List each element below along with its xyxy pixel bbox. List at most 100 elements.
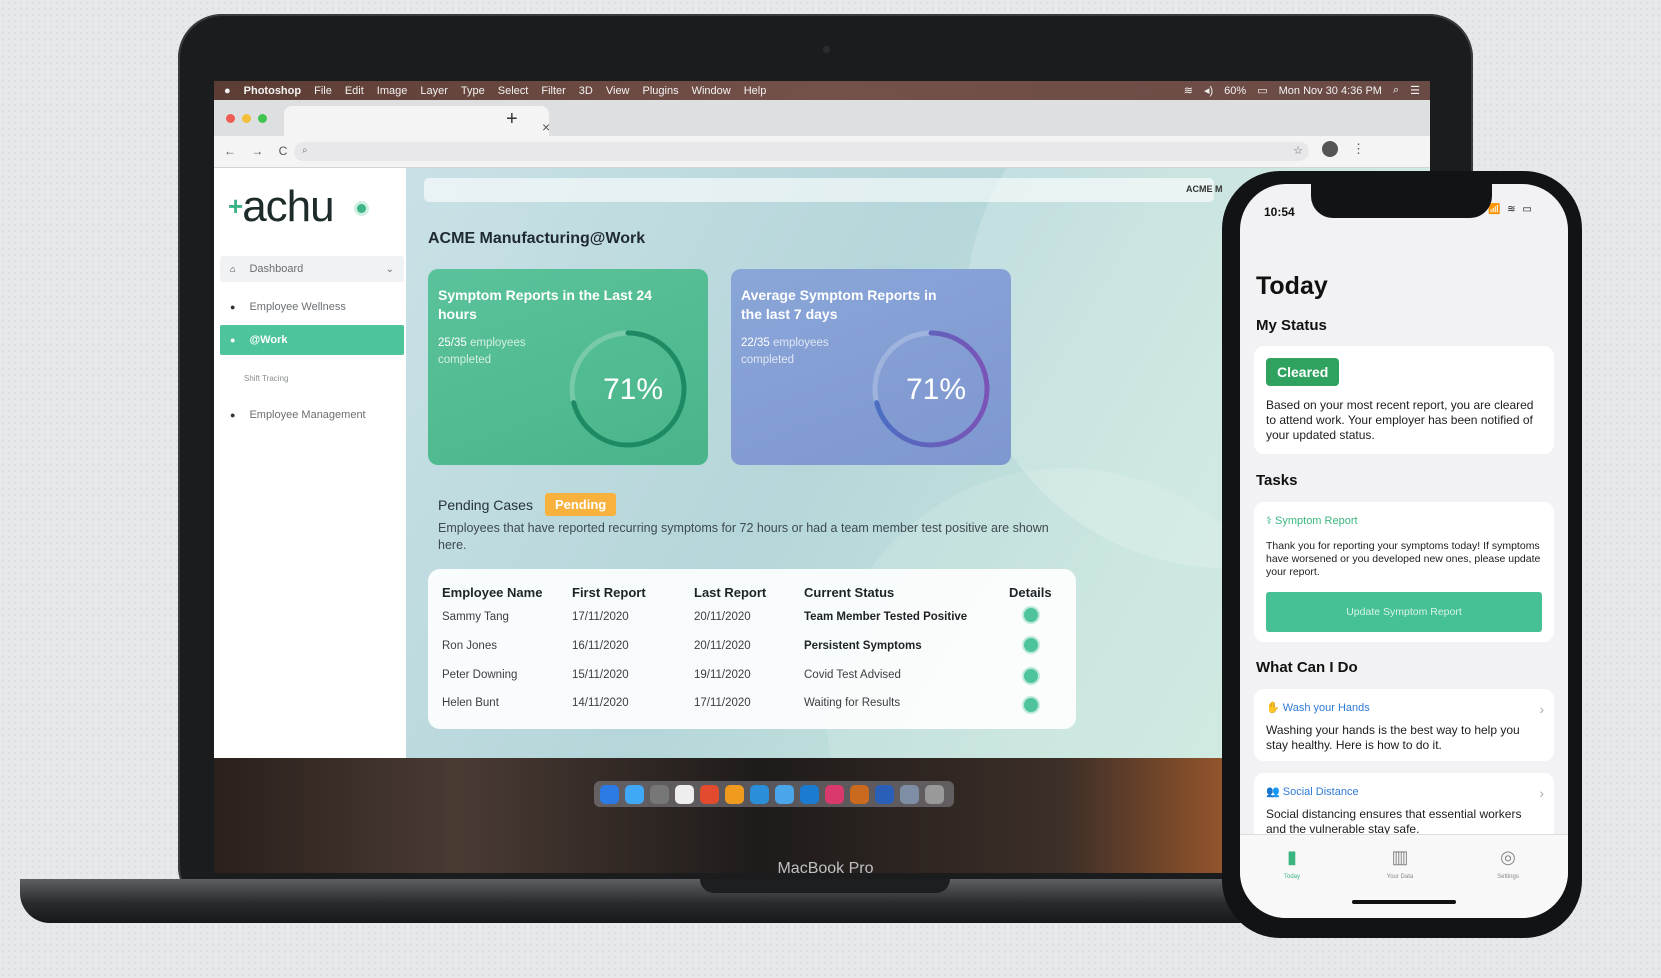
- firefox-icon[interactable]: [725, 784, 744, 804]
- browser-toolbar: ← → C ⌕ ☆ ⋮: [214, 136, 1430, 168]
- status-dot-icon: [357, 204, 366, 213]
- close-window-button[interactable]: [226, 114, 235, 123]
- clock[interactable]: Mon Nov 30 4:36 PM: [1279, 85, 1382, 97]
- tab-your-data[interactable]: ▥ Your Data: [1370, 847, 1430, 880]
- browser-menu-icon[interactable]: ⋮: [1352, 141, 1365, 157]
- details-icon[interactable]: [1022, 606, 1040, 624]
- details-icon[interactable]: [1022, 696, 1040, 714]
- menu-list-icon[interactable]: ☰: [1410, 84, 1420, 97]
- indesign-icon[interactable]: [825, 784, 844, 804]
- symptom-report-link[interactable]: ⚕ Symptom Report: [1266, 514, 1358, 527]
- menu-image[interactable]: Image: [377, 85, 408, 97]
- menu-filter[interactable]: Filter: [541, 85, 565, 97]
- minimize-window-button[interactable]: [242, 114, 251, 123]
- cell-first-report: 17/11/2020: [572, 611, 629, 623]
- menu-file[interactable]: File: [314, 85, 332, 97]
- account-label[interactable]: ACME M: [1186, 184, 1223, 194]
- column-header-first-report[interactable]: First Report: [572, 585, 646, 600]
- cell-last-report: 19/11/2020: [694, 669, 751, 681]
- zoom-window-button[interactable]: [258, 114, 267, 123]
- menu-select[interactable]: Select: [498, 85, 529, 97]
- card-percent: 71%: [603, 373, 664, 406]
- column-header-name[interactable]: Employee Name: [442, 585, 542, 600]
- calendar-icon[interactable]: [675, 784, 694, 804]
- cell-last-report: 17/11/2020: [694, 697, 751, 709]
- laptop-notch: [700, 879, 950, 893]
- cell-name: Peter Downing: [442, 669, 518, 681]
- nav-buttons[interactable]: ← → C: [224, 144, 293, 158]
- details-icon[interactable]: [1022, 667, 1040, 685]
- search-icon[interactable]: ⌕: [1393, 84, 1399, 97]
- photos-icon[interactable]: [650, 784, 669, 804]
- sidebar-item-work[interactable]: ● @Work: [220, 325, 404, 355]
- safari-icon[interactable]: [625, 784, 644, 804]
- menu-view[interactable]: View: [606, 85, 630, 97]
- preview-icon[interactable]: [900, 784, 919, 804]
- cell-status: Covid Test Advised: [804, 669, 901, 681]
- menu-app[interactable]: Photoshop: [244, 85, 301, 97]
- mail-icon[interactable]: [800, 784, 819, 804]
- menu-plugins[interactable]: Plugins: [643, 85, 679, 97]
- tip-card-wash-hands[interactable]: ✋ Wash your Hands › Washing your hands i…: [1254, 689, 1554, 761]
- cell-name: Sammy Tang: [442, 611, 509, 623]
- sidebar-item-dashboard[interactable]: ⌂ Dashboard ⌄: [220, 256, 404, 282]
- apple-icon[interactable]: ●: [224, 85, 231, 97]
- bullet-icon: ●: [230, 410, 236, 420]
- update-symptom-report-button[interactable]: Update Symptom Report: [1266, 592, 1542, 632]
- illustrator-icon[interactable]: [850, 784, 869, 804]
- chevron-down-icon[interactable]: ⌄: [386, 264, 394, 275]
- bookmark-star-icon[interactable]: ☆: [1293, 144, 1303, 157]
- home-indicator: [1352, 900, 1456, 904]
- pending-header: Pending Cases Pending: [438, 493, 617, 516]
- tip-text: Social distancing ensures that essential…: [1266, 807, 1522, 836]
- menu-layer[interactable]: Layer: [420, 85, 448, 97]
- top-search-bar[interactable]: [424, 178, 1214, 202]
- my-status-heading: My Status: [1256, 317, 1327, 334]
- cell-first-report: 16/11/2020: [572, 640, 629, 652]
- profile-avatar[interactable]: [1322, 141, 1338, 157]
- new-tab-button[interactable]: +: [506, 108, 518, 131]
- photoshop-icon[interactable]: [875, 784, 894, 804]
- menu-window[interactable]: Window: [692, 85, 731, 97]
- stethoscope-icon: ⚕: [1266, 515, 1276, 527]
- details-icon[interactable]: [1022, 636, 1040, 654]
- menu-type[interactable]: Type: [461, 85, 485, 97]
- column-header-details[interactable]: Details: [1009, 585, 1052, 600]
- menu-3d[interactable]: 3D: [579, 85, 593, 97]
- column-header-last-report[interactable]: Last Report: [694, 585, 766, 600]
- dock: [594, 781, 954, 807]
- tip-text: Washing your hands is the best way to he…: [1266, 723, 1520, 752]
- column-header-status[interactable]: Current Status: [804, 585, 894, 600]
- close-tab-icon[interactable]: ×: [542, 119, 550, 135]
- achu-logo[interactable]: +achu: [228, 182, 335, 232]
- sidebar-item-employee-management[interactable]: ● Employee Management: [220, 402, 404, 428]
- sidebar-subitem-shift-tracing[interactable]: Shift Tracing: [244, 374, 288, 383]
- battery-percent[interactable]: 60%: [1224, 85, 1246, 97]
- wifi-icon[interactable]: ≋: [1184, 84, 1193, 97]
- trash-icon[interactable]: [925, 784, 944, 804]
- volume-icon[interactable]: ◂): [1204, 84, 1213, 97]
- itunes-icon[interactable]: [750, 784, 769, 804]
- address-bar[interactable]: ⌕ ☆: [294, 142, 1309, 161]
- card-subtitle: 25/35 employees completed: [438, 337, 526, 366]
- sidebar-item-employee-wellness[interactable]: ● Employee Wellness: [220, 294, 404, 320]
- card-title: Average Symptom Reports in the last 7 da…: [741, 287, 937, 322]
- menu-edit[interactable]: Edit: [345, 85, 364, 97]
- hand-icon: ✋: [1266, 702, 1283, 714]
- task-card: ⚕ Symptom Report Thank you for reporting…: [1254, 502, 1554, 642]
- cell-status: Waiting for Results: [804, 697, 901, 709]
- chrome-icon[interactable]: [700, 784, 719, 804]
- app-store-icon[interactable]: [775, 784, 794, 804]
- menu-help[interactable]: Help: [744, 85, 767, 97]
- gear-icon: ◎: [1500, 847, 1516, 867]
- tab-settings[interactable]: ◎ Settings: [1478, 847, 1538, 880]
- sidebar-item-label: Dashboard: [249, 263, 304, 275]
- browser-tabbar: × +: [214, 100, 1430, 136]
- signal-wifi-battery-icons: 📶 ≋ ▭: [1488, 204, 1534, 215]
- what-can-i-do-heading: What Can I Do: [1256, 659, 1358, 676]
- finder-icon[interactable]: [600, 784, 619, 804]
- phone-tabbar: ▮ Today ▥ Your Data ◎ Settings: [1240, 834, 1568, 918]
- stat-card-24h: Symptom Reports in the Last 24 hours 25/…: [428, 269, 708, 465]
- tab-today[interactable]: ▮ Today: [1262, 847, 1322, 880]
- card-title: Symptom Reports in the Last 24 hours: [438, 287, 652, 322]
